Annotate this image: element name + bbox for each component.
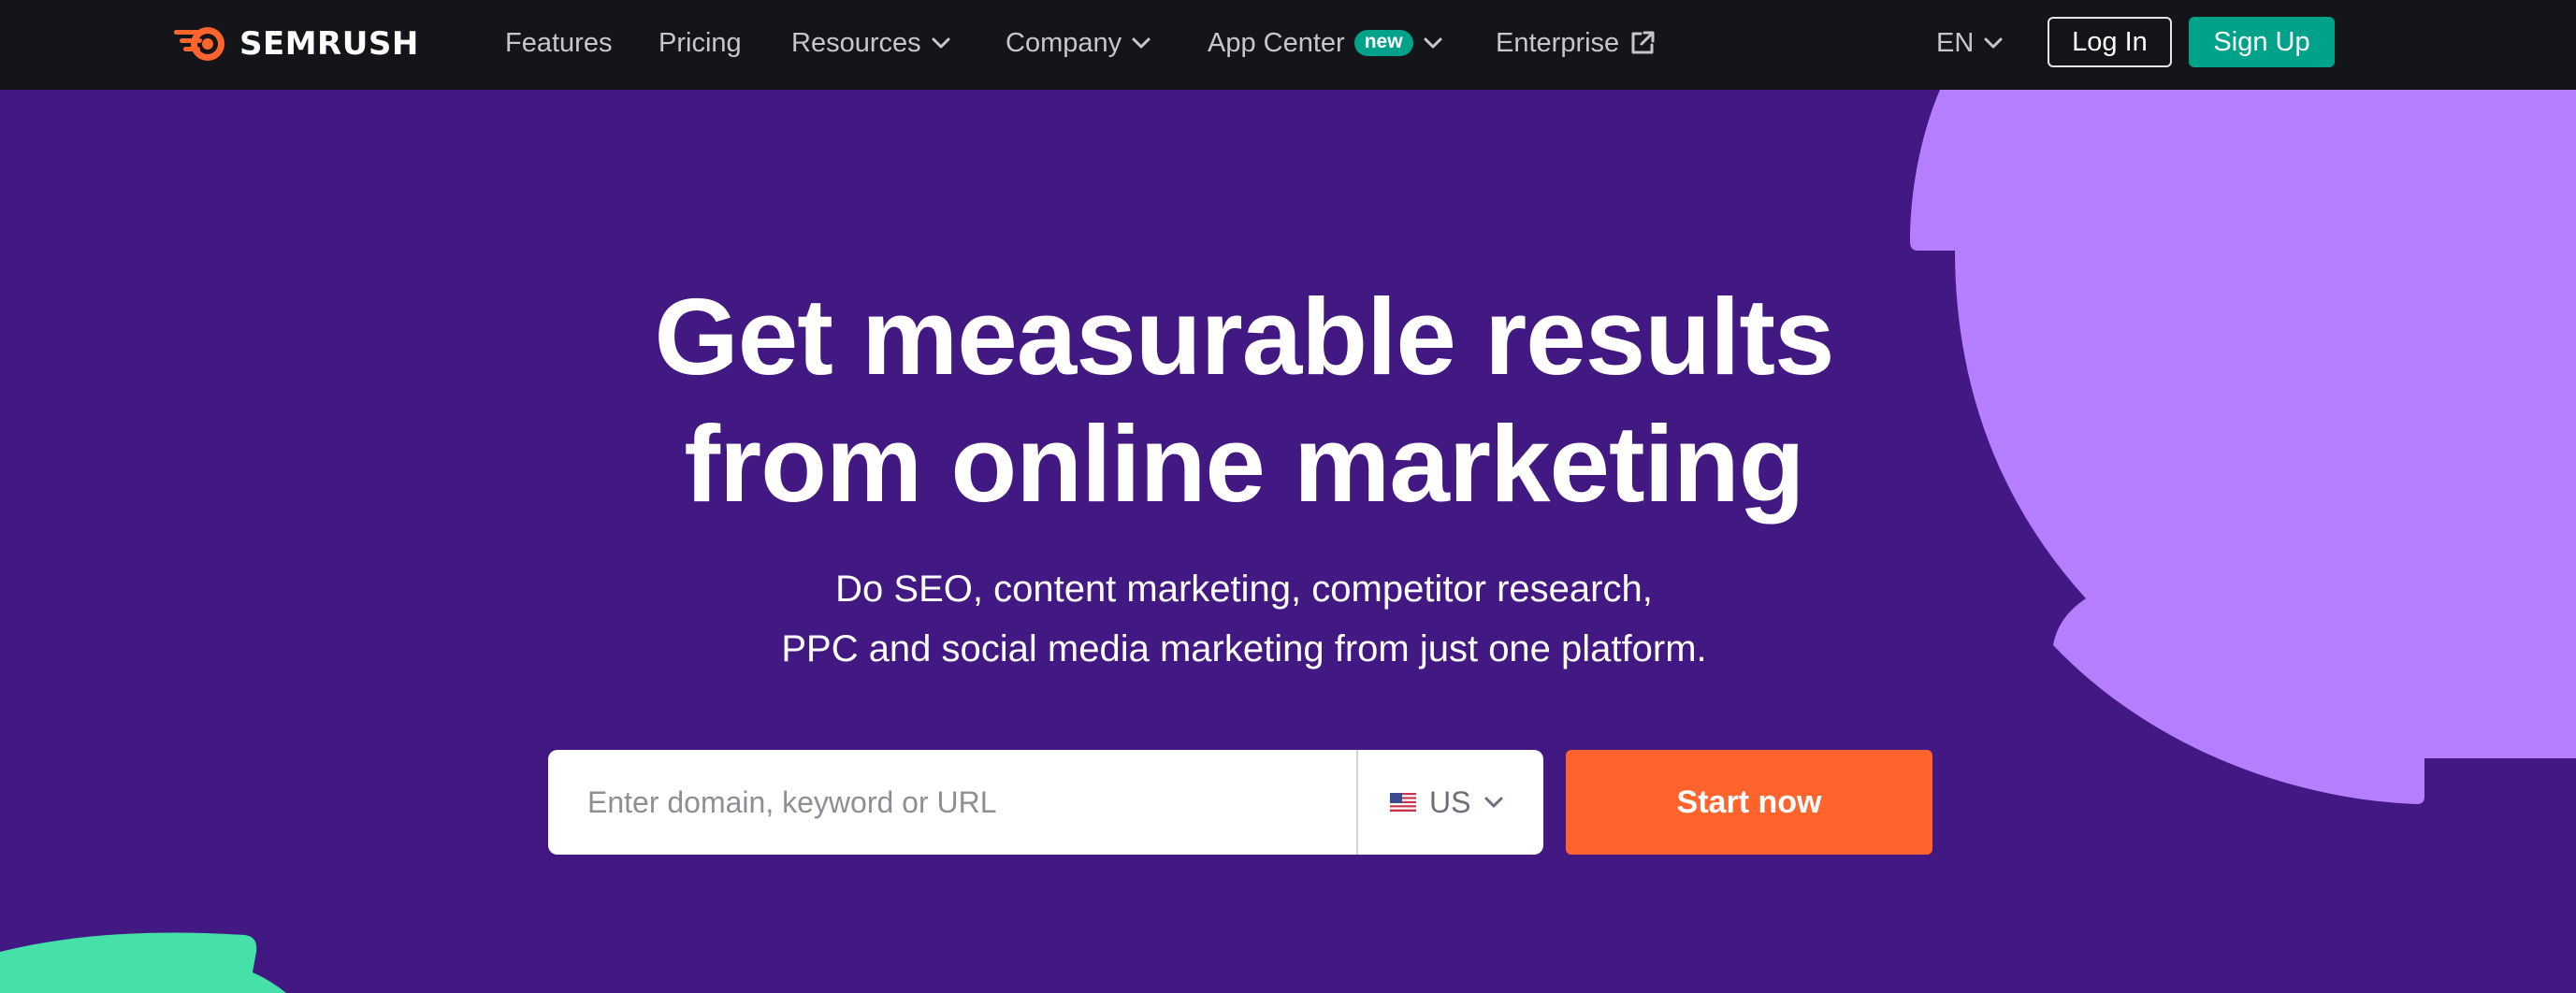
us-flag-icon [1390,793,1416,812]
signup-button[interactable]: Sign Up [2189,17,2335,67]
chevron-down-icon [1424,37,1442,49]
nav-item-pricing[interactable]: Pricing [658,24,742,62]
hero-title-line: from online marketing [684,403,1804,525]
language-label: EN [1936,27,1975,58]
nav-item-company[interactable]: Company [1006,24,1151,62]
nav-item-label: Enterprise [1496,27,1620,58]
database-label: US [1429,784,1471,819]
semrush-logo[interactable]: SEMRUSH [172,23,419,65]
language-selector[interactable]: EN [1936,24,2004,62]
nav-item-label: Pricing [658,27,742,58]
top-navigation-bar: SEMRUSH Features Pricing Resources Compa… [0,0,2576,90]
hero-subtitle: Do SEO, content marketing, competitor re… [0,559,2488,679]
chevron-down-icon [932,37,950,49]
nav-item-label: App Center [1208,27,1345,58]
nav-item-app-center[interactable]: App Center new [1208,24,1443,62]
semrush-flame-icon [174,27,224,61]
domain-search-form: US [548,750,1543,855]
chevron-down-icon [1484,797,1503,808]
brand-name: SEMRUSH [239,25,419,63]
mint-blob-shape [0,932,286,993]
nav-item-enterprise[interactable]: Enterprise [1496,24,1657,62]
hero-title: Get measurable results from online marke… [0,273,2488,527]
nav-item-resources[interactable]: Resources [791,24,951,62]
nav-item-label: Features [505,27,613,58]
hero-subtitle-line: PPC and social media marketing from just… [781,628,1707,669]
chevron-down-icon [1132,37,1151,49]
hero-title-line: Get measurable results [654,276,1834,397]
hero-subtitle-line: Do SEO, content marketing, competitor re… [835,568,1653,610]
nav-item-label: Company [1006,27,1122,58]
nav-item-label: Resources [791,27,921,58]
new-badge: new [1353,30,1413,56]
external-link-icon [1631,31,1655,54]
domain-search-input[interactable] [548,750,1356,855]
start-now-button[interactable]: Start now [1566,750,1932,855]
login-button[interactable]: Log In [2048,17,2172,67]
nav-item-features[interactable]: Features [505,24,612,62]
chevron-down-icon [1984,37,2003,49]
database-select[interactable]: US [1358,750,1543,855]
